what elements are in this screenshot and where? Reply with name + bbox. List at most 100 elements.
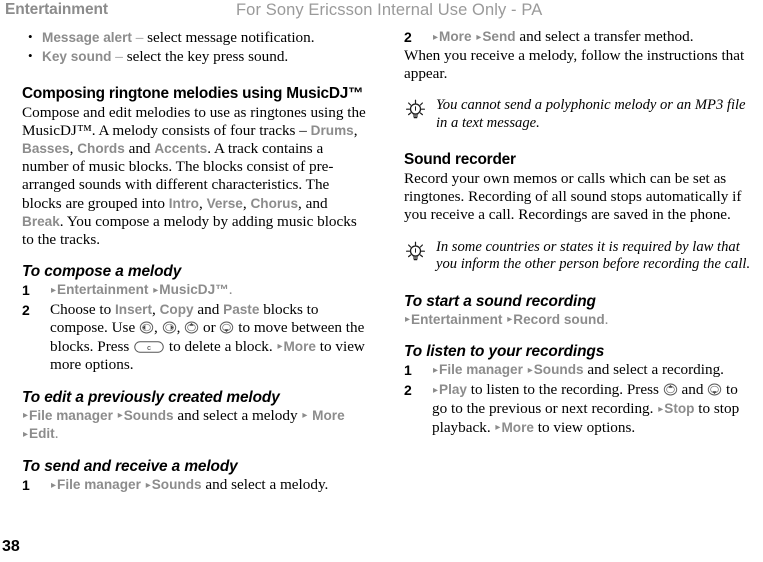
block-group-break: Break bbox=[22, 213, 60, 229]
menu-paste: Paste bbox=[223, 301, 260, 317]
para-part: . You compose a melody by adding music b… bbox=[22, 212, 357, 248]
step: 2 ▸More ▸Send and select a transfer meth… bbox=[404, 28, 752, 47]
task-heading-edit-melody: To edit a previously created melody bbox=[22, 388, 280, 406]
sep: or bbox=[199, 319, 220, 337]
send-melody-note: When you receive a melody, follow the in… bbox=[404, 46, 745, 82]
svg-text:c: c bbox=[147, 343, 151, 352]
settings-bullet-list: Message alert – select message notificat… bbox=[22, 27, 370, 66]
menu-entertainment: Entertainment bbox=[57, 282, 149, 298]
menu-arrow-icon: ▸ bbox=[433, 364, 439, 376]
menu-insert: Insert bbox=[114, 301, 153, 317]
menu-arrow-icon: ▸ bbox=[23, 428, 29, 440]
step-text: and select a melody. bbox=[201, 476, 329, 494]
menu-arrow-icon: ▸ bbox=[51, 284, 57, 296]
bullet-dash: – bbox=[131, 29, 148, 46]
step-number: 1 bbox=[22, 477, 30, 494]
musicdj-paragraph: Compose and edit melodies to use as ring… bbox=[22, 104, 370, 250]
block-group-verse: Verse bbox=[206, 195, 243, 211]
bullet-text: select the key press sound. bbox=[126, 48, 289, 65]
nav-key-right-icon bbox=[162, 321, 177, 334]
tip-text: In some countries or states it is requir… bbox=[436, 238, 751, 273]
step-text: and select a transfer method. bbox=[515, 28, 694, 45]
menu-file-manager: File manager bbox=[439, 362, 523, 378]
nav-key-up-icon bbox=[184, 321, 199, 334]
menu-sounds: Sounds bbox=[151, 477, 202, 493]
track-name-drums: Drums bbox=[310, 122, 354, 138]
step-text: and select a recording. bbox=[583, 361, 724, 379]
sep: , bbox=[198, 194, 207, 212]
nav-key-down-icon bbox=[707, 383, 722, 396]
step-number: 1 bbox=[22, 282, 30, 299]
step-number: 1 bbox=[404, 362, 412, 379]
menu-sounds: Sounds bbox=[123, 407, 174, 423]
menu-arrow-icon: ▸ bbox=[433, 31, 439, 43]
proc-text: and select a melody bbox=[173, 406, 302, 424]
right-column: 2 ▸ More ▸ Send and select a transfer meth… bbox=[404, 28, 752, 438]
step: 2 ▸Play to listen to the recording. Press… bbox=[404, 381, 752, 437]
menu-file-manager: File manager bbox=[29, 407, 113, 423]
menu-edit: Edit bbox=[29, 426, 55, 442]
lightbulb-icon bbox=[404, 240, 428, 264]
menu-send: Send bbox=[482, 29, 516, 44]
bullet-term: Message alert bbox=[42, 30, 132, 45]
sep: , bbox=[176, 319, 185, 337]
start-recording-procedure: ▸Entertainment ▸Record sound. bbox=[404, 311, 752, 330]
sep: , bbox=[154, 319, 162, 337]
step-number: 2 bbox=[22, 301, 30, 318]
page-number: 38 bbox=[2, 538, 20, 555]
menu-record-sound: Record sound bbox=[513, 311, 605, 327]
tip-block-polyphonic: You cannot send a polyphonic melody or a… bbox=[404, 97, 752, 132]
tip-text: You cannot send a polyphonic melody or a… bbox=[436, 97, 746, 131]
menu-more: More bbox=[283, 338, 316, 354]
compose-melody-steps: 1 ▸Entertainment ▸MusicDJ™. 2 Choose to I… bbox=[22, 281, 370, 374]
step-text: to listen to the recording. Press bbox=[467, 381, 663, 399]
step: 1 ▸Entertainment ▸MusicDJ™. bbox=[22, 281, 370, 300]
send-melody-steps: 1 ▸File manager ▸Sounds and select a mel… bbox=[22, 476, 370, 495]
track-name-chords: Chords bbox=[77, 140, 125, 156]
menu-arrow-icon: ▸ bbox=[527, 364, 533, 376]
nav-key-left-icon bbox=[139, 321, 154, 334]
sep: , bbox=[152, 300, 160, 318]
left-column: Message alert – select message notificat… bbox=[22, 27, 370, 495]
list-item: Message alert – select message notificat… bbox=[22, 27, 370, 47]
track-name-basses: Basses bbox=[22, 140, 70, 156]
menu-arrow-icon: ▸ bbox=[405, 314, 411, 326]
list-item: Key sound – select the key press sound. bbox=[22, 46, 370, 66]
menu-arrow-icon: ▸ bbox=[117, 410, 123, 422]
bullet-text: select message notification. bbox=[147, 29, 315, 46]
menu-arrow-icon: ▸ bbox=[433, 384, 439, 396]
step: 1 ▸File manager ▸Sounds and select a mel… bbox=[22, 476, 370, 495]
menu-file-manager: File manager bbox=[57, 477, 141, 493]
section-heading-musicdj: Composing ringtone melodies using MusicD… bbox=[22, 85, 364, 102]
menu-play: Play bbox=[439, 382, 467, 398]
bullet-term: Key sound bbox=[42, 49, 112, 64]
menu-sounds: Sounds bbox=[533, 362, 584, 378]
send-melody-steps-continued: 2 ▸More ▸Send and select a transfer meth… bbox=[404, 28, 752, 47]
block-group-intro: Intro bbox=[168, 195, 199, 211]
sep: , and bbox=[298, 194, 328, 212]
menu-stop: Stop bbox=[664, 401, 695, 417]
task-heading-send-receive-melody: To send and receive a melody bbox=[22, 458, 238, 476]
step: 2 Choose to Insert, Copy and Paste blocks… bbox=[22, 301, 370, 375]
nav-key-up-icon bbox=[663, 383, 678, 396]
task-heading-start-sound-recording: To start a sound recording bbox=[404, 292, 596, 310]
menu-more: More bbox=[501, 419, 534, 435]
sep: and bbox=[193, 300, 224, 318]
menu-arrow-icon: ▸ bbox=[23, 410, 29, 422]
listen-recordings-steps: 1 ▸File manager ▸Sounds and select a rec… bbox=[404, 361, 752, 437]
running-head: Entertainment bbox=[5, 1, 108, 18]
menu-more: More bbox=[312, 407, 345, 423]
step-text: and bbox=[677, 381, 708, 399]
task-heading-listen-recordings: To listen to your recordings bbox=[404, 343, 605, 361]
watermark-text: For Sony Ericsson Internal Use Only - PA bbox=[236, 1, 543, 19]
step-number: 2 bbox=[404, 382, 412, 399]
section-heading-sound-recorder: Sound recorder bbox=[404, 151, 516, 169]
